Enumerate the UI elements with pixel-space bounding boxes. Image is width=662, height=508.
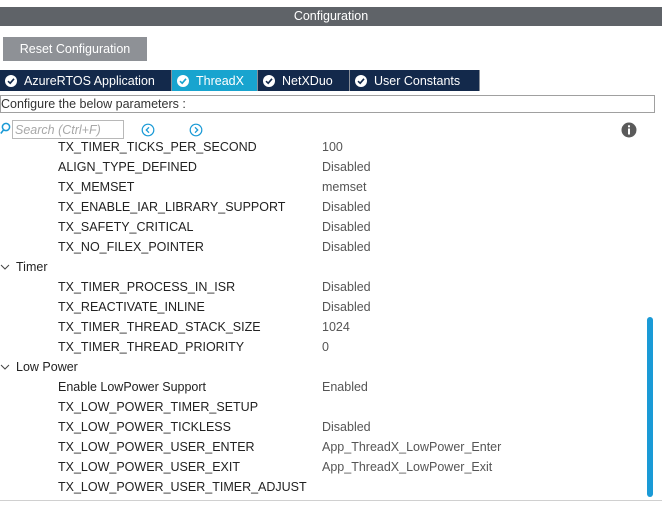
param-row[interactable]: TX_ENABLE_IAR_LIBRARY_SUPPORT Disabled (0, 197, 645, 217)
configuration-titlebar: Configuration (0, 0, 662, 26)
chevron-left-circle-icon (141, 123, 155, 137)
search-bar (0, 118, 662, 142)
param-name: Enable LowPower Support (58, 380, 207, 394)
param-row[interactable]: TX_MEMSET memset (0, 177, 645, 197)
param-name: TX_LOW_POWER_USER_TIMER_ADJUST (58, 480, 307, 494)
tab-label: ThreadX (196, 73, 244, 88)
param-row[interactable]: ALIGN_TYPE_DEFINED Disabled (0, 157, 645, 177)
param-name: TX_REACTIVATE_INLINE (58, 300, 205, 314)
vertical-scrollbar[interactable] (646, 141, 655, 500)
search-icon[interactable] (0, 122, 12, 139)
param-row[interactable]: TX_LOW_POWER_USER_EXIT App_ThreadX_LowPo… (0, 457, 645, 477)
tab-netxduo[interactable]: NetXDuo (258, 70, 350, 91)
param-value[interactable]: App_ThreadX_LowPower_Enter (322, 437, 501, 457)
param-row[interactable]: TX_TIMER_PROCESS_IN_ISR Disabled (0, 277, 645, 297)
param-name: TX_MEMSET (58, 180, 135, 194)
param-value[interactable]: Disabled (322, 237, 371, 257)
param-value[interactable]: 0 (322, 337, 329, 357)
search-next-button[interactable] (189, 123, 203, 140)
group-label: Low Power (16, 360, 78, 374)
param-name: TX_TIMER_THREAD_STACK_SIZE (58, 320, 261, 334)
chevron-right-circle-icon (189, 123, 203, 137)
param-value[interactable]: App_ThreadX_LowPower_Exit (322, 457, 492, 477)
tab-label: AzureRTOS Application (24, 73, 155, 88)
param-row[interactable]: TX_REACTIVATE_INLINE Disabled (0, 297, 645, 317)
search-previous-button[interactable] (141, 123, 155, 140)
param-value[interactable]: Disabled (322, 217, 371, 237)
param-name: TX_LOW_POWER_TICKLESS (58, 420, 231, 434)
group-row-low-power[interactable]: Low Power (0, 357, 645, 377)
param-row[interactable]: TX_LOW_POWER_TICKLESS Disabled (0, 417, 645, 437)
param-name: ALIGN_TYPE_DEFINED (58, 160, 197, 174)
group-label: Timer (16, 260, 48, 274)
param-name: TX_ENABLE_IAR_LIBRARY_SUPPORT (58, 200, 286, 214)
param-name: TX_SAFETY_CRITICAL (58, 220, 194, 234)
param-value[interactable]: Disabled (322, 277, 371, 297)
param-name: TX_NO_FILEX_POINTER (58, 240, 204, 254)
param-row[interactable]: TX_LOW_POWER_TIMER_SETUP (0, 397, 645, 417)
param-name: TX_TIMER_THREAD_PRIORITY (58, 340, 245, 354)
param-value[interactable]: Enabled (322, 377, 368, 397)
param-row[interactable]: Enable LowPower Support Enabled (0, 377, 645, 397)
tab-threadx[interactable]: ThreadX (172, 70, 258, 91)
tab-user-constants[interactable]: User Constants (350, 70, 480, 91)
param-value[interactable]: Disabled (322, 297, 371, 317)
reset-configuration-button[interactable]: Reset Configuration (3, 37, 147, 61)
scrollbar-thumb[interactable] (647, 317, 653, 497)
search-input[interactable] (12, 120, 124, 139)
param-value[interactable]: Disabled (322, 157, 371, 177)
param-value[interactable]: 100 (322, 141, 343, 157)
check-circle-icon (5, 74, 17, 87)
info-icon[interactable] (621, 122, 637, 141)
group-row-timer[interactable]: Timer (0, 257, 645, 277)
tab-bar: AzureRTOS Application ThreadX NetXDuo Us… (0, 70, 480, 91)
param-row[interactable]: TX_TIMER_THREAD_PRIORITY 0 (0, 337, 645, 357)
param-name: TX_LOW_POWER_TIMER_SETUP (58, 400, 259, 414)
param-name: TX_TIMER_PROCESS_IN_ISR (58, 280, 236, 294)
parameter-list: TX_TIMER_TICKS_PER_SECOND 100 ALIGN_TYPE… (0, 141, 645, 499)
param-row[interactable]: TX_TIMER_THREAD_STACK_SIZE 1024 (0, 317, 645, 337)
tab-azurertos-application[interactable]: AzureRTOS Application (0, 70, 172, 91)
param-row[interactable]: TX_TIMER_TICKS_PER_SECOND 100 (0, 141, 645, 157)
parameters-caption: Configure the below parameters : (0, 95, 655, 113)
param-name: TX_LOW_POWER_USER_EXIT (58, 460, 240, 474)
param-value[interactable]: Disabled (322, 197, 371, 217)
tab-label: NetXDuo (282, 73, 333, 88)
param-row[interactable]: TX_NO_FILEX_POINTER Disabled (0, 237, 645, 257)
param-name: TX_TIMER_TICKS_PER_SECOND (58, 141, 257, 154)
check-circle-icon (177, 74, 189, 87)
param-value[interactable]: Disabled (322, 417, 371, 437)
check-circle-icon (263, 74, 275, 87)
configuration-title: Configuration (0, 7, 662, 26)
check-circle-icon (355, 74, 367, 87)
param-row[interactable]: TX_LOW_POWER_USER_TIMER_ADJUST (0, 477, 645, 497)
param-row[interactable]: TX_SAFETY_CRITICAL Disabled (0, 217, 645, 237)
param-name: TX_LOW_POWER_USER_ENTER (58, 440, 255, 454)
param-row[interactable]: TX_LOW_POWER_USER_ENTER App_ThreadX_LowP… (0, 437, 645, 457)
param-value[interactable]: 1024 (322, 317, 350, 337)
divider (0, 500, 662, 501)
tab-label: User Constants (374, 73, 461, 88)
param-value[interactable]: memset (322, 177, 366, 197)
